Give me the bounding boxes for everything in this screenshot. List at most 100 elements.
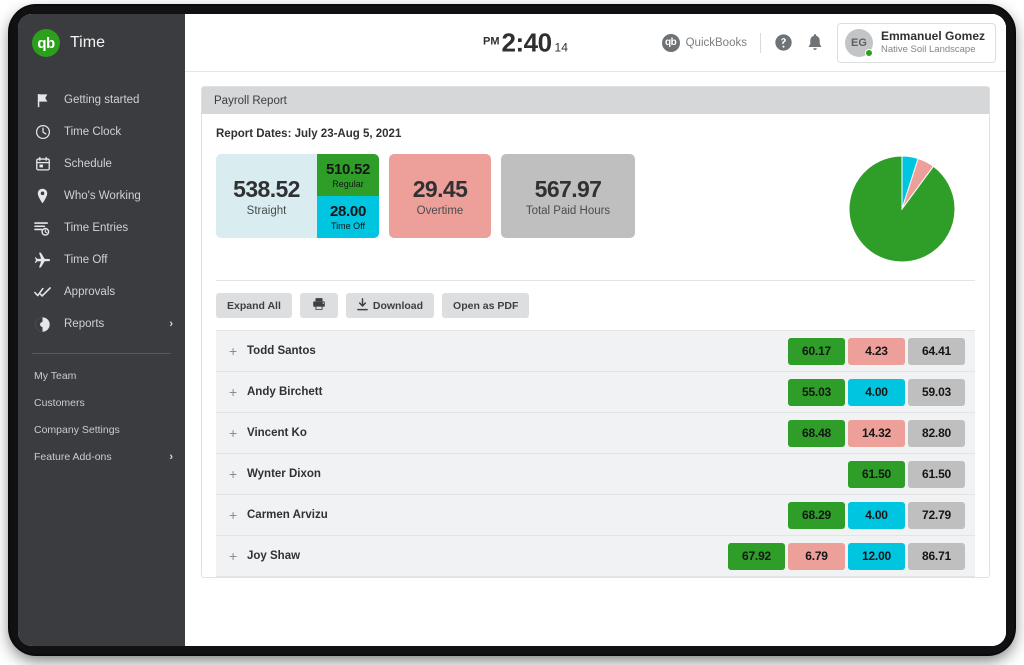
quickbooks-link[interactable]: qb QuickBooks <box>661 33 747 52</box>
straight-label: Straight <box>246 204 287 217</box>
hours-badge-gray: 64.41 <box>908 337 965 365</box>
sidebar-item-my-team[interactable]: My Team <box>18 362 185 389</box>
expand-row-icon[interactable]: + <box>229 384 243 400</box>
download-label: Download <box>372 299 424 312</box>
hours-badge-green: 61.50 <box>848 460 905 488</box>
double-check-icon <box>34 284 51 301</box>
header-actions: qb QuickBooks EG Emmanuel Gomez Native S… <box>661 22 996 63</box>
hours-badge-gray: 61.50 <box>908 460 965 488</box>
sidebar-subnav: My Team Customers Company Settings Featu… <box>18 362 185 470</box>
open-as-pdf-button[interactable]: Open as PDF <box>442 293 530 318</box>
chevron-right-icon: › <box>169 318 173 330</box>
airplane-icon <box>34 252 51 269</box>
print-button[interactable] <box>299 293 338 318</box>
sidebar-subitem-label: Customers <box>34 396 85 409</box>
clock-icon <box>34 124 51 141</box>
regular-label: Regular <box>332 179 364 189</box>
expand-row-icon[interactable]: + <box>229 466 243 482</box>
sidebar-item-approvals[interactable]: Approvals <box>18 276 185 308</box>
overtime-value: 29.45 <box>412 175 468 202</box>
sidebar-item-label: Who's Working <box>64 190 141 202</box>
table-row[interactable]: + Carmen Arvizu 68.29 4.00 72.79 <box>216 495 975 536</box>
sidebar-item-label: Reports <box>64 318 105 330</box>
table-row[interactable]: + Andy Birchett 55.03 4.00 59.03 <box>216 372 975 413</box>
sidebar-item-whos-working[interactable]: Who's Working <box>18 180 185 212</box>
expand-row-icon[interactable]: + <box>229 343 243 359</box>
sidebar-item-company-settings[interactable]: Company Settings <box>18 416 185 443</box>
hours-badge-cyan: 4.00 <box>848 501 905 529</box>
expand-row-icon[interactable]: + <box>229 548 243 564</box>
user-info: Emmanuel Gomez Native Soil Landscape <box>881 29 985 56</box>
summary-card-overtime: 29.45 Overtime <box>389 154 491 238</box>
clock-time: 2:40 <box>501 27 553 57</box>
employee-name: Wynter Dixon <box>247 468 321 480</box>
sidebar-item-time-off[interactable]: Time Off <box>18 244 185 276</box>
sidebar-subitem-label: Feature Add-ons <box>34 450 112 463</box>
flag-icon <box>34 92 51 109</box>
sidebar-item-schedule[interactable]: Schedule <box>18 148 185 180</box>
user-organization: Native Soil Landscape <box>880 44 976 56</box>
clock-ampm: PM <box>483 35 500 47</box>
download-button[interactable]: Download <box>345 293 435 318</box>
hours-badge-cyan: 4.00 <box>848 378 905 406</box>
sidebar-item-label: Time Entries <box>64 222 129 234</box>
table-row[interactable]: + Vincent Ko 68.48 14.32 82.80 <box>216 413 975 454</box>
header-divider <box>759 32 761 53</box>
quickbooks-logo-icon: qb <box>32 29 60 57</box>
page-title: Payroll Report <box>214 94 287 107</box>
main-area: PM 2:40 14 qb QuickBooks EG Emmanuel Gom… <box>185 14 1006 646</box>
sidebar-item-time-entries[interactable]: Time Entries <box>18 212 185 244</box>
hours-badge-gray: 86.71 <box>908 542 965 570</box>
presence-indicator-icon <box>864 48 873 57</box>
table-row[interactable]: + Wynter Dixon 61.50 61.50 <box>216 454 975 495</box>
expand-row-icon[interactable]: + <box>229 425 243 441</box>
top-header: PM 2:40 14 qb QuickBooks EG Emmanuel Gom… <box>185 14 1006 72</box>
report-dates: Report Dates: July 23-Aug 5, 2021 <box>216 128 402 140</box>
clock-display: PM 2:40 14 <box>483 27 568 58</box>
total-label: Total Paid Hours <box>525 204 611 217</box>
sidebar-nav: Getting started Time Clock Schedule Who'… <box>18 84 185 340</box>
sidebar-item-label: Time Clock <box>64 126 122 138</box>
pie-chart-icon <box>34 316 51 333</box>
hours-badge-pink: 14.32 <box>848 419 905 447</box>
sidebar-item-time-clock[interactable]: Time Clock <box>18 116 185 148</box>
bell-icon[interactable] <box>806 33 824 52</box>
quickbooks-label: QuickBooks <box>685 36 747 49</box>
sidebar-item-label: Getting started <box>64 94 140 106</box>
row-hour-badges: 55.03 4.00 59.03 <box>788 378 965 406</box>
sidebar-item-reports[interactable]: Reports › <box>18 308 185 340</box>
sidebar-item-label: Time Off <box>64 254 108 266</box>
employee-name: Joy Shaw <box>247 550 301 562</box>
user-name: Emmanuel Gomez <box>880 29 985 44</box>
report-body: Report Dates: July 23-Aug 5, 2021 538.52… <box>202 114 989 577</box>
sidebar-item-customers[interactable]: Customers <box>18 389 185 416</box>
map-pin-icon <box>34 188 51 205</box>
sidebar-item-getting-started[interactable]: Getting started <box>18 84 185 116</box>
printer-icon <box>312 297 326 314</box>
help-circle-icon[interactable] <box>774 33 793 52</box>
brand-name: Time <box>70 34 105 51</box>
hours-badge-green: 68.48 <box>788 419 845 447</box>
time-off-label: Time Off <box>330 221 365 231</box>
payroll-pie-chart <box>847 154 957 264</box>
employee-name: Andy Birchett <box>247 386 323 398</box>
row-hour-badges: 61.50 61.50 <box>848 460 965 488</box>
brand-logo[interactable]: qb Time <box>18 14 185 72</box>
user-menu[interactable]: EG Emmanuel Gomez Native Soil Landscape <box>836 22 996 63</box>
avatar-initials: EG <box>851 36 867 49</box>
employee-name: Carmen Arvizu <box>247 509 328 521</box>
expand-all-button[interactable]: Expand All <box>216 293 292 318</box>
sidebar-subitem-label: Company Settings <box>34 423 120 436</box>
straight-value: 538.52 <box>233 175 300 202</box>
hours-badge-cyan: 12.00 <box>848 542 905 570</box>
sidebar-subitem-label: My Team <box>34 369 77 382</box>
table-row[interactable]: + Todd Santos 60.17 4.23 64.41 <box>216 331 975 372</box>
row-hour-badges: 68.29 4.00 72.79 <box>788 501 965 529</box>
hours-badge-gray: 59.03 <box>908 378 965 406</box>
table-row[interactable]: + Joy Shaw 67.92 6.79 12.00 86.71 <box>216 536 975 577</box>
sidebar-item-label: Schedule <box>64 158 112 170</box>
pie-slice-regular <box>848 155 956 263</box>
expand-row-icon[interactable]: + <box>229 507 243 523</box>
row-hour-badges: 67.92 6.79 12.00 86.71 <box>728 542 965 570</box>
sidebar-item-feature-addons[interactable]: Feature Add-ons › <box>18 443 185 470</box>
